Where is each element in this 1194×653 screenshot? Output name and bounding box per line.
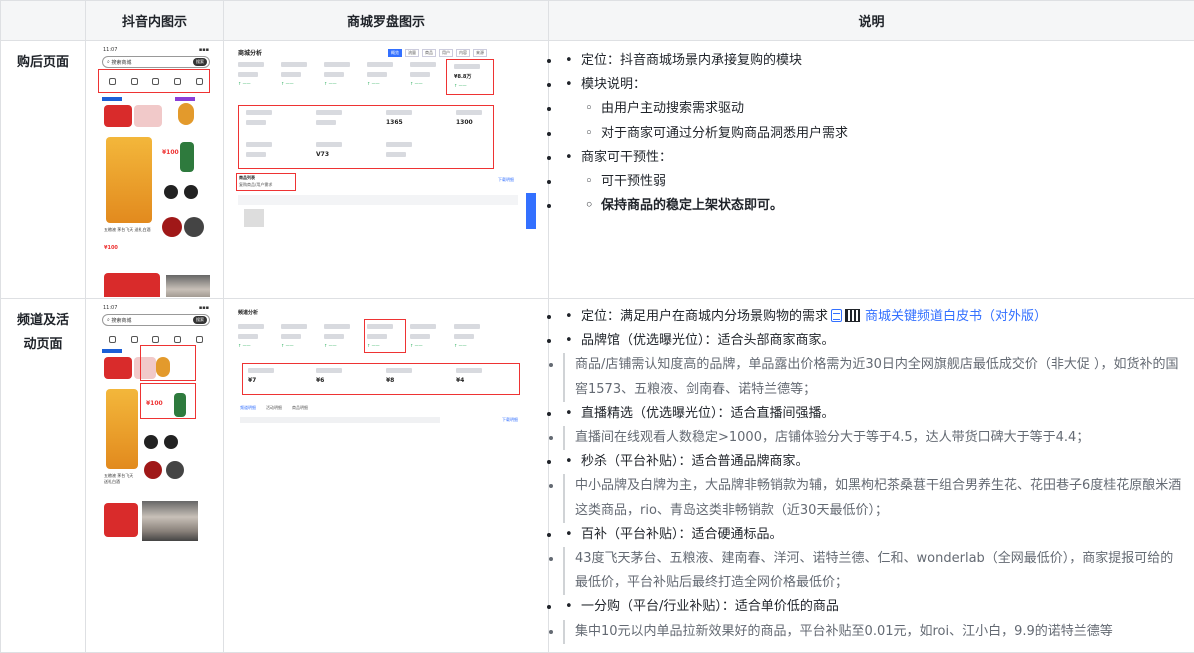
header-empty [1,1,86,41]
notes-cell: 定位：满足用户在商城内分场景购物的需求商城关键频道白皮书（对外版） 品牌馆（优选… [549,299,1194,653]
compass-shot-cell: 频道分析 ↑ —— ↑ —— ↑ —— ↑ —— ↑ —— ↑ —— ¥7 ¥6… [224,299,549,653]
header-compass: 商城罗盘图示 [224,1,549,41]
list-item: 一分购（平台/行业补贴）：适合单价低的商品 [561,595,1184,619]
list-item: 定位：满足用户在商城内分场景购物的需求商城关键频道白皮书（对外版） [561,305,1184,329]
quote-block: 集中10元以内单品拉新效果好的商品，平台补贴至0.01元，如roi、江小白，9.… [563,620,1184,644]
search-icon: ⌕ [107,317,110,323]
row-label: 购后页面 [1,41,86,299]
highlight-box [98,69,210,93]
list-item: 品牌馆（优选曝光位）：适合头部商家商家。 [561,329,1184,353]
list-item: 商家可干预性： [561,146,1184,170]
header-douyin: 抖音内图示 [86,1,224,41]
phone-mock: 11:07▪▪▪ ⌕ 搜索商城搜索 ¥100 五粮液 [100,47,212,293]
list-item: 定位：抖音商城场景内承接复购的模块 [561,49,1184,73]
row-label: 频道及活动页面 [1,299,86,653]
search-icon: ⌕ [107,59,110,65]
list-item: 保持商品的稳定上架状态即可。 [561,194,1184,218]
phone-screenshot: 11:07▪▪▪ ⌕ 搜索商城搜索 ¥100 五粮液 [86,299,223,651]
quote-block: 商品/店铺需认知度高的品牌，单品露出价格需为近30日内全网旗舰店最低成交价（非大… [563,353,1184,401]
header-row: 抖音内图示 商城罗盘图示 说明 [1,1,1194,41]
phone-mock: 11:07▪▪▪ ⌕ 搜索商城搜索 ¥100 五粮液 [100,305,212,545]
dashboard-screenshot: 商城分析 概览 流量 商品 用户 内容 来源 ↑ —— ↑ —— ↑ —— ↑ … [224,41,548,297]
phone-screenshot: 11:07▪▪▪ ⌕ 搜索商城搜索 ¥100 五粮液 [86,41,223,297]
list-item: 直播精选（优选曝光位）：适合直播间强播。 [561,402,1184,426]
douyin-shot-cell: 11:07▪▪▪ ⌕ 搜索商城搜索 ¥100 五粮液 [86,41,224,299]
phone-caption: 五粮液 茅台飞天 送礼白酒 [104,227,156,233]
quote-block: 直播间在线观看人数稳定>1000，店铺体验分大于等于4.5，达人带货口碑大于等于… [563,426,1184,450]
list-item: 秒杀（平台补贴）：适合普通品牌商家。 [561,450,1184,474]
doc-icon [831,309,842,322]
phone-search-bar: ⌕ 搜索商城搜索 [102,56,210,68]
list-item: 模块说明： [561,73,1184,97]
list-item: 由用户主动搜索需求驱动 [561,97,1184,121]
piano-icon [845,309,860,322]
table-row: 频道及活动页面 11:07▪▪▪ ⌕ 搜索商城搜索 ¥100 [1,299,1194,653]
dashboard-mock: 频道分析 ↑ —— ↑ —— ↑ —— ↑ —— ↑ —— ↑ —— ¥7 ¥6… [236,307,536,431]
quote-block: 43度飞天茅台、五粮液、建南春、洋河、诺特兰德、仁和、wonderlab（全网最… [563,547,1184,595]
list-item: 百补（平台补贴）：适合硬通标品。 [561,523,1184,547]
whitepaper-link[interactable]: 商城关键频道白皮书（对外版） [865,309,1047,324]
list-item: 可干预性弱 [561,170,1184,194]
notes-cell: 定位：抖音商城场景内承接复购的模块模块说明：由用户主动搜索需求驱动对于商家可通过… [549,41,1194,299]
list-item: 对于商家可通过分析复购商品洞悉用户需求 [561,122,1184,146]
table-row: 购后页面 11:07▪▪▪ ⌕ 搜索商城搜索 ¥100 [1,41,1194,299]
dashboard-mock: 商城分析 概览 流量 商品 用户 内容 来源 ↑ —— ↑ —— ↑ —— ↑ … [236,47,536,231]
header-notes: 说明 [549,1,1194,41]
douyin-shot-cell: 11:07▪▪▪ ⌕ 搜索商城搜索 ¥100 五粮液 [86,299,224,653]
feature-table: 抖音内图示 商城罗盘图示 说明 购后页面 11:07▪▪▪ ⌕ 搜索商城搜索 [0,0,1194,653]
phone-search-bar: ⌕ 搜索商城搜索 [102,314,210,326]
notes-list: 定位：抖音商城场景内承接复购的模块模块说明：由用户主动搜索需求驱动对于商家可通过… [549,41,1194,218]
phone-time: 11:07 [103,47,117,55]
notes-list: 定位：满足用户在商城内分场景购物的需求商城关键频道白皮书（对外版） 品牌馆（优选… [549,299,1194,644]
quote-block: 中小品牌及白牌为主，大品牌非畅销款为辅，如黑枸杞茶桑葚干组合男养生花、花田巷子6… [563,474,1184,522]
dashboard-screenshot: 频道分析 ↑ —— ↑ —— ↑ —— ↑ —— ↑ —— ↑ —— ¥7 ¥6… [224,299,548,651]
compass-shot-cell: 商城分析 概览 流量 商品 用户 内容 来源 ↑ —— ↑ —— ↑ —— ↑ … [224,41,549,299]
